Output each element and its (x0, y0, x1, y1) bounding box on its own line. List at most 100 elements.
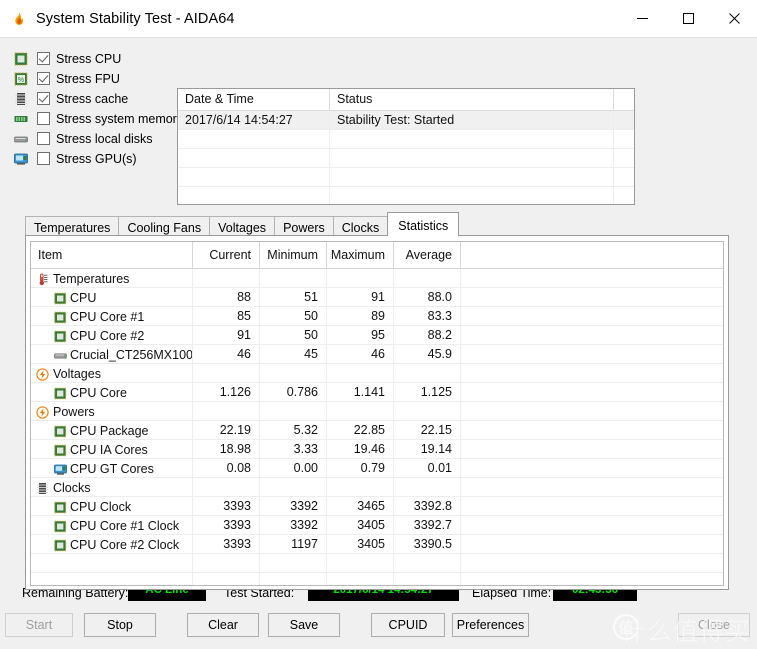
statistics-empty-row[interactable] (31, 573, 723, 585)
stress-option-system-memory[interactable]: Stress system memory (12, 109, 183, 128)
statistics-data-row[interactable]: CPU Package 22.19 5.32 22.85 22.15 (31, 421, 723, 440)
statistics-header-row: Item Current Minimum Maximum Average (31, 242, 723, 269)
close-bottom-button[interactable]: Close (678, 613, 750, 637)
statistics-maximum-cell (327, 269, 394, 288)
tab-temperatures[interactable]: Temperatures (25, 216, 120, 236)
save-button[interactable]: Save (268, 613, 340, 637)
flame-icon (10, 10, 28, 28)
stress-gpu-checkbox[interactable] (37, 152, 50, 165)
statistics-current-cell (193, 573, 260, 585)
stress-option-local-disks[interactable]: Stress local disks (12, 129, 182, 148)
statistics-group-row[interactable]: Clocks (31, 478, 723, 497)
statistics-minimum-cell: 3392 (260, 497, 327, 516)
stress-fpu-checkbox[interactable] (37, 72, 50, 85)
stress-option-cpu[interactable]: Stress CPU (12, 49, 182, 68)
statistics-item-cell: Temperatures (31, 269, 193, 288)
statistics-blank-cell (461, 516, 723, 535)
statistics-current-cell (193, 554, 260, 573)
statistics-current-cell: 91 (193, 326, 260, 345)
log-col-status[interactable]: Status (330, 89, 614, 111)
tab-voltages[interactable]: Voltages (209, 216, 276, 236)
statistics-data-row[interactable]: CPU 88 51 91 88.0 (31, 288, 723, 307)
statistics-panel: Item Current Minimum Maximum Average Tem… (25, 235, 729, 590)
log-cell-blank (614, 111, 634, 130)
stat-col-average[interactable]: Average (394, 242, 461, 269)
statistics-data-row[interactable]: CPU Core 1.126 0.786 1.141 1.125 (31, 383, 723, 402)
statistics-maximum-cell: 1.141 (327, 383, 394, 402)
log-col-datetime[interactable]: Date & Time (178, 89, 330, 111)
statistics-table[interactable]: Item Current Minimum Maximum Average Tem… (30, 241, 724, 586)
statistics-data-row[interactable]: CPU Core #2 Clock 3393 1197 3405 3390.5 (31, 535, 723, 554)
statistics-data-row[interactable]: CPU Core #1 85 50 89 83.3 (31, 307, 723, 326)
statistics-data-row[interactable]: CPU GT Cores 0.08 0.00 0.79 0.01 (31, 459, 723, 478)
statistics-minimum-cell (260, 478, 327, 497)
chip-icon (53, 291, 68, 305)
stress-cache-checkbox[interactable] (37, 92, 50, 105)
maximize-button[interactable] (665, 0, 711, 37)
statistics-current-cell (193, 364, 260, 383)
statistics-item-cell: CPU Core #2 (31, 326, 193, 345)
log-row[interactable] (178, 187, 634, 204)
stat-col-blank[interactable] (461, 242, 723, 269)
stat-col-current[interactable]: Current (193, 242, 260, 269)
statistics-group-row[interactable]: Voltages (31, 364, 723, 383)
chip-icon (53, 424, 68, 438)
statistics-data-row[interactable]: CPU Core #1 Clock 3393 3392 3405 3392.7 (31, 516, 723, 535)
statistics-minimum-cell: 50 (260, 307, 327, 326)
statistics-empty-row[interactable] (31, 554, 723, 573)
statistics-blank-cell (461, 364, 723, 383)
statistics-average-cell (394, 364, 461, 383)
status-log-list[interactable]: Date & Time Status 2017/6/14 14:54:27 St… (177, 88, 635, 205)
cpuid-button[interactable]: CPUID (371, 613, 445, 637)
chip-icon (53, 500, 68, 514)
stress-cpu-checkbox[interactable] (37, 52, 50, 65)
stat-col-minimum[interactable]: Minimum (260, 242, 327, 269)
title-bar: System Stability Test - AIDA64 (0, 0, 757, 37)
start-button[interactable]: Start (5, 613, 73, 637)
log-row[interactable] (178, 168, 634, 187)
log-cell-datetime (178, 187, 330, 204)
statistics-blank-cell (461, 535, 723, 554)
chip-icon (53, 310, 68, 324)
statistics-data-row[interactable]: Crucial_CT256MX100... 46 45 46 45.9 (31, 345, 723, 364)
log-row[interactable] (178, 149, 634, 168)
statistics-data-row[interactable]: CPU Clock 3393 3392 3465 3392.8 (31, 497, 723, 516)
preferences-button[interactable]: Preferences (452, 613, 529, 637)
statistics-minimum-cell: 5.32 (260, 421, 327, 440)
stat-col-maximum[interactable]: Maximum (327, 242, 394, 269)
statistics-data-row[interactable]: CPU IA Cores 18.98 3.33 19.46 19.14 (31, 440, 723, 459)
statistics-current-cell: 1.126 (193, 383, 260, 402)
stress-option-fpu[interactable]: % Stress FPU (12, 69, 182, 88)
close-button[interactable] (711, 0, 757, 37)
stat-col-item[interactable]: Item (31, 242, 193, 269)
tab-statistics[interactable]: Statistics (387, 212, 460, 236)
stress-system-memory-checkbox[interactable] (37, 112, 50, 125)
statistics-minimum-cell (260, 402, 327, 421)
log-row[interactable]: 2017/6/14 14:54:27 Stability Test: Start… (178, 111, 634, 130)
log-col-blank[interactable] (614, 89, 634, 111)
statistics-body: Temperatures CPU 88 51 91 88.0 CPU Core #1 85 50… (31, 269, 723, 585)
stress-local-disks-checkbox[interactable] (37, 132, 50, 145)
log-row[interactable] (178, 130, 634, 149)
minimize-button[interactable] (619, 0, 665, 37)
statistics-maximum-cell: 91 (327, 288, 394, 307)
button-bar: Start Stop Clear Save CPUID Preferences … (0, 608, 757, 649)
tab-clocks[interactable]: Clocks (332, 216, 389, 236)
tab-strip: Temperatures Cooling Fans Voltages Power… (25, 212, 725, 236)
statistics-average-cell: 0.01 (394, 459, 461, 478)
stress-option-gpu[interactable]: Stress GPU(s) (12, 149, 182, 168)
stress-option-cache[interactable]: Stress cache (12, 89, 182, 108)
statistics-group-row[interactable]: Powers (31, 402, 723, 421)
statistics-item-label: CPU Clock (70, 500, 132, 514)
statistics-data-row[interactable]: CPU Core #2 91 50 95 88.2 (31, 326, 723, 345)
statistics-item-cell: CPU IA Cores (31, 440, 193, 459)
tab-powers[interactable]: Powers (274, 216, 334, 236)
statistics-current-cell (193, 402, 260, 421)
stop-button[interactable]: Stop (84, 613, 156, 637)
clear-button[interactable]: Clear (187, 613, 259, 637)
tab-cooling-fans[interactable]: Cooling Fans (118, 216, 211, 236)
statistics-group-row[interactable]: Temperatures (31, 269, 723, 288)
statistics-group-label: Powers (53, 405, 95, 419)
log-cell-datetime (178, 168, 330, 187)
statistics-item-label: CPU IA Cores (70, 443, 148, 457)
